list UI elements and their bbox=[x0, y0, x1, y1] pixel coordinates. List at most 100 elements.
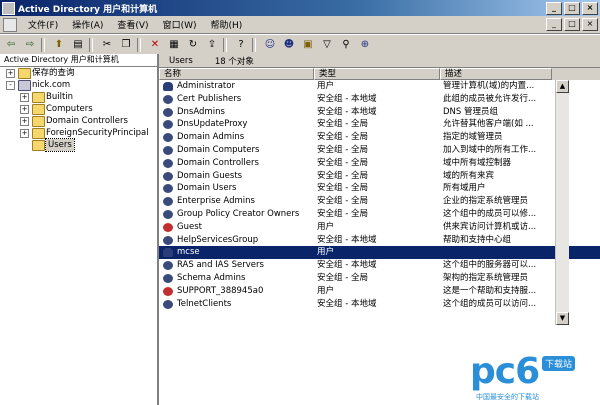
cell-description: 允许替其他客户端(如 ... bbox=[443, 119, 534, 130]
cell-description: 这个组中的服务器可以... bbox=[443, 260, 537, 271]
cell-description: 此组的成员被允许发行... bbox=[443, 93, 537, 104]
row-name: Domain Users bbox=[177, 183, 237, 194]
list-row[interactable]: Domain Users 安全组 - 全局 所有域用户 bbox=[159, 182, 600, 195]
minimize-button[interactable]: _ bbox=[546, 1, 562, 15]
scroll-up-button[interactable]: ▲ bbox=[556, 80, 569, 93]
menu-file[interactable]: 文件(F) bbox=[21, 18, 65, 31]
toolbar-separator bbox=[89, 37, 93, 52]
tree-node[interactable]: + ForeignSecurityPrincipal bbox=[0, 127, 157, 139]
list-row[interactable]: Cert Publishers 安全组 - 本地域 此组的成员被允许发行... bbox=[159, 93, 600, 106]
list-row[interactable]: TelnetClients 安全组 - 本地域 这个组的成员可以访问... bbox=[159, 298, 600, 311]
list-row[interactable]: Schema Admins 安全组 - 全局 架构的指定系统管理员 bbox=[159, 272, 600, 285]
folder-icon bbox=[32, 104, 45, 115]
tree-node[interactable]: + Computers bbox=[0, 103, 157, 115]
list-row[interactable]: Domain Admins 安全组 - 全局 指定的域管理员 bbox=[159, 131, 600, 144]
child-close-button[interactable]: × bbox=[582, 18, 598, 31]
list-row[interactable]: Administrator 用户 管理计算机(域)的内置... bbox=[159, 80, 600, 93]
tree-node[interactable]: + Domain Controllers bbox=[0, 115, 157, 127]
watermark: pc6 下载站 中国最安全的下载站 bbox=[470, 352, 595, 404]
row-name: DnsUpdateProxy bbox=[177, 119, 248, 130]
list-row[interactable]: Group Policy Creator Owners 安全组 - 全局 这个组中的… bbox=[159, 208, 600, 221]
expand-icon[interactable]: + bbox=[20, 117, 29, 126]
cell-type: 安全组 - 本地域 bbox=[317, 234, 377, 245]
new-ou-icon[interactable]: ▣ bbox=[300, 37, 316, 52]
menu-window[interactable]: 窗口(W) bbox=[156, 18, 204, 31]
toolbar-separator bbox=[41, 37, 45, 52]
filter-icon[interactable]: ▽ bbox=[319, 37, 335, 52]
child-minimize-button[interactable]: _ bbox=[546, 18, 562, 31]
copy-icon[interactable]: ❐ bbox=[118, 37, 134, 52]
cell-description: 企业的指定系统管理员 bbox=[443, 196, 529, 207]
list-row[interactable]: Domain Computers 安全组 - 全局 加入到域中的所有工作... bbox=[159, 144, 600, 157]
cut-icon[interactable]: ✂ bbox=[99, 37, 115, 52]
list-row[interactable]: Domain Guests 安全组 - 全局 域的所有来宾 bbox=[159, 170, 600, 183]
tree-node[interactable]: - nick.com bbox=[0, 79, 157, 91]
list-row[interactable]: Domain Controllers 安全组 - 全局 域中所有域控制器 bbox=[159, 157, 600, 170]
tree-node[interactable]: Users bbox=[0, 138, 157, 152]
collapse-icon[interactable]: - bbox=[6, 81, 15, 90]
cell-name: TelnetClients bbox=[159, 298, 314, 311]
cell-name: Domain Users bbox=[159, 182, 314, 195]
maximize-button[interactable]: □ bbox=[564, 1, 580, 15]
tree-node-label: Builtin bbox=[46, 92, 74, 102]
toolbar-separator bbox=[252, 37, 256, 52]
mmc-icon[interactable] bbox=[3, 17, 17, 32]
list-row[interactable]: Guest 用户 供来宾访问计算机或访... bbox=[159, 221, 600, 234]
expand-icon[interactable]: + bbox=[20, 105, 29, 114]
list-row[interactable]: mcse 用户 bbox=[159, 246, 600, 260]
list-row[interactable]: DnsAdmins 安全组 - 本地域 DNS 管理员组 bbox=[159, 106, 600, 119]
column-header-type[interactable]: 类型 bbox=[314, 68, 440, 80]
list-row[interactable]: DnsUpdateProxy 安全组 - 全局 允许替其他客户端(如 ... bbox=[159, 118, 600, 131]
properties-icon[interactable]: ▦ bbox=[166, 37, 182, 52]
cell-name: DnsAdmins bbox=[159, 106, 314, 119]
export-icon[interactable]: ⇪ bbox=[204, 37, 220, 52]
help-icon[interactable]: ? bbox=[233, 37, 249, 52]
group-icon bbox=[163, 171, 173, 181]
find-icon[interactable]: ⚲ bbox=[338, 37, 354, 52]
menu-help[interactable]: 帮助(H) bbox=[204, 18, 250, 31]
tree-node[interactable]: + Builtin bbox=[0, 91, 157, 103]
menu-view[interactable]: 查看(V) bbox=[110, 18, 155, 31]
menu-action[interactable]: 操作(A) bbox=[65, 18, 110, 31]
cell-type: 用户 bbox=[317, 221, 335, 232]
object-count: 18 个对象 bbox=[214, 56, 254, 67]
back-icon[interactable]: ⇦ bbox=[3, 37, 19, 52]
tree-node[interactable]: + 保存的查询 bbox=[0, 67, 157, 79]
show-tree-icon[interactable]: ▤ bbox=[70, 37, 86, 52]
cell-type: 安全组 - 全局 bbox=[317, 208, 368, 219]
group-icon bbox=[163, 299, 173, 309]
row-name: Domain Guests bbox=[177, 170, 243, 181]
menu-bar: 文件(F) 操作(A) 查看(V) 窗口(W) 帮助(H) _ □ × bbox=[0, 16, 600, 34]
column-header-name[interactable]: 名称 bbox=[159, 68, 314, 80]
row-name: Enterprise Admins bbox=[177, 196, 255, 207]
folder-icon bbox=[32, 140, 45, 151]
close-button[interactable]: × bbox=[582, 1, 598, 15]
toolbar: ⇦ ⇨ ⬆ ▤ ✂ ❐ ✕ ▦ ↻ ⇪ ? ☺ ☻ ▣ ▽ ⚲ ⊕ bbox=[0, 34, 600, 55]
expand-icon[interactable]: + bbox=[20, 93, 29, 102]
list-row[interactable]: Enterprise Admins 安全组 - 全局 企业的指定系统管理员 bbox=[159, 195, 600, 208]
up-icon[interactable]: ⬆ bbox=[51, 37, 67, 52]
new-group-icon[interactable]: ☻ bbox=[281, 37, 297, 52]
cell-type: 用户 bbox=[317, 285, 335, 296]
forward-icon[interactable]: ⇨ bbox=[22, 37, 38, 52]
console-tree[interactable]: Active Directory 用户和计算机 + 保存的查询 - nick.com +… bbox=[0, 54, 159, 405]
add-to-group-icon[interactable]: ⊕ bbox=[357, 37, 373, 52]
list-row[interactable]: HelpServicesGroup 安全组 - 本地域 帮助和支持中心组 bbox=[159, 234, 600, 247]
tree-root[interactable]: Active Directory 用户和计算机 bbox=[0, 54, 157, 67]
column-header-description[interactable]: 描述 bbox=[440, 68, 552, 80]
disabled-user-icon bbox=[163, 286, 173, 296]
expand-icon[interactable]: + bbox=[20, 129, 29, 138]
child-restore-button[interactable]: □ bbox=[564, 18, 580, 31]
cell-type: 用户 bbox=[317, 247, 335, 258]
group-icon bbox=[163, 133, 173, 143]
new-user-icon[interactable]: ☺ bbox=[262, 37, 278, 52]
delete-icon[interactable]: ✕ bbox=[147, 37, 163, 52]
refresh-icon[interactable]: ↻ bbox=[185, 37, 201, 52]
vertical-scrollbar[interactable]: ▲ ▼ bbox=[555, 80, 569, 325]
list-row[interactable]: RAS and IAS Servers 安全组 - 本地域 这个组中的服务器可以..… bbox=[159, 259, 600, 272]
scroll-down-button[interactable]: ▼ bbox=[556, 312, 569, 325]
list-row[interactable]: SUPPORT_388945a0 用户 这是一个帮助和支持服... bbox=[159, 285, 600, 298]
cell-description: DNS 管理员组 bbox=[443, 106, 499, 117]
expand-icon[interactable]: + bbox=[6, 69, 15, 78]
cell-description: 帮助和支持中心组 bbox=[443, 234, 512, 245]
